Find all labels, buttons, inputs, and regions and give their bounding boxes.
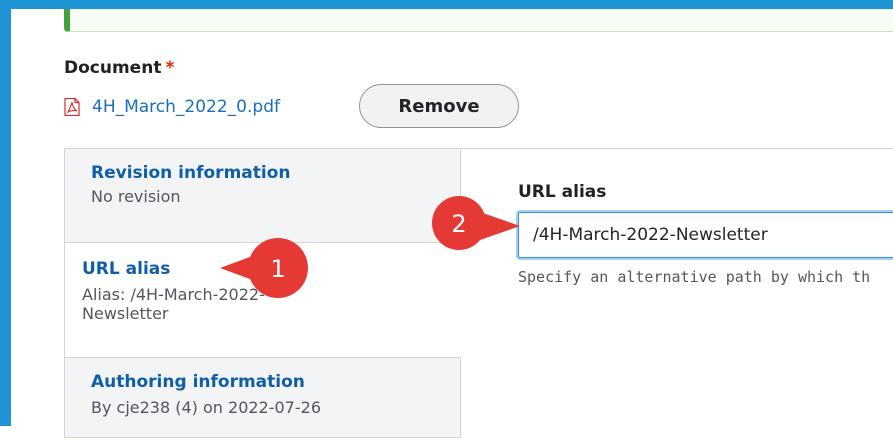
status-message	[64, 9, 893, 32]
document-label-text: Document	[64, 58, 162, 78]
vtab-summary: No revision	[91, 187, 181, 206]
callout-number-1: 1	[270, 255, 285, 283]
required-marker: *	[165, 58, 175, 78]
frame-border-top	[0, 0, 893, 9]
vtab-summary-line: Newsletter	[82, 304, 169, 323]
url-alias-label: URL alias	[518, 182, 607, 202]
url-alias-description: Specify an alternative path by which th	[518, 268, 871, 286]
pdf-icon	[64, 98, 80, 116]
callout-marker-2: 2	[432, 196, 520, 250]
vtab-summary: By cje238 (4) on 2022-07-26	[91, 398, 321, 417]
vtab-revision-information[interactable]: Revision information No revision	[65, 159, 461, 247]
document-field-label: Document *	[64, 58, 174, 78]
document-file-link[interactable]: 4H_March_2022_0.pdf	[92, 97, 280, 117]
vtab-title: Authoring information	[91, 372, 305, 392]
vtab-title: Revision information	[91, 163, 291, 183]
url-alias-input[interactable]	[518, 212, 893, 258]
callout-marker-1: 1	[220, 238, 308, 298]
document-file-row: 4H_March_2022_0.pdf	[64, 96, 280, 118]
vtab-authoring-information[interactable]: Authoring information By cje238 (4) on 2…	[65, 362, 461, 442]
frame-border-left	[0, 0, 11, 426]
callout-number-2: 2	[451, 210, 466, 238]
remove-button[interactable]: Remove	[359, 84, 519, 128]
